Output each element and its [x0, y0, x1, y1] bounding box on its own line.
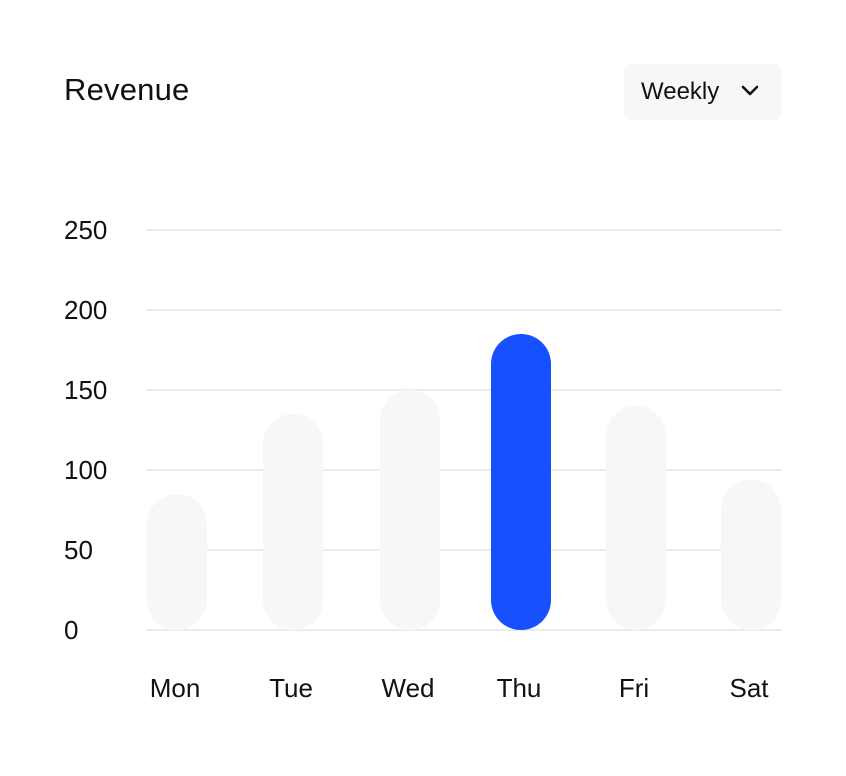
bar-sat[interactable]: [721, 479, 781, 630]
x-label-mon: Mon: [150, 673, 201, 703]
x-label-sat: Sat: [729, 673, 769, 703]
x-label-tue: Tue: [269, 673, 313, 703]
bar-mon[interactable]: [147, 494, 207, 630]
bar-thu[interactable]: [491, 334, 551, 630]
bar-fri[interactable]: [606, 406, 666, 630]
y-tick-label: 100: [64, 455, 107, 485]
y-tick-label: 0: [64, 615, 78, 645]
y-tick-label: 150: [64, 375, 107, 405]
revenue-card: Revenue Weekly 0 50 100 150 200 250 Mon Tue Wed…: [0, 0, 846, 776]
x-label-fri: Fri: [619, 673, 649, 703]
revenue-bar-chart: 0 50 100 150 200 250 Mon Tue Wed Thu Fri Sat: [64, 215, 782, 703]
x-label-thu: Thu: [497, 673, 542, 703]
bar-wed[interactable]: [380, 390, 440, 630]
bar-tue[interactable]: [263, 414, 323, 630]
y-tick-label: 50: [64, 535, 93, 565]
y-axis-ticks: 0 50 100 150 200 250: [64, 215, 107, 645]
x-axis-labels: Mon Tue Wed Thu Fri Sat: [150, 673, 770, 703]
x-label-wed: Wed: [382, 673, 435, 703]
gridlines: [146, 229, 782, 631]
y-tick-label: 250: [64, 215, 107, 245]
bars: [147, 334, 781, 630]
y-tick-label: 200: [64, 295, 107, 325]
